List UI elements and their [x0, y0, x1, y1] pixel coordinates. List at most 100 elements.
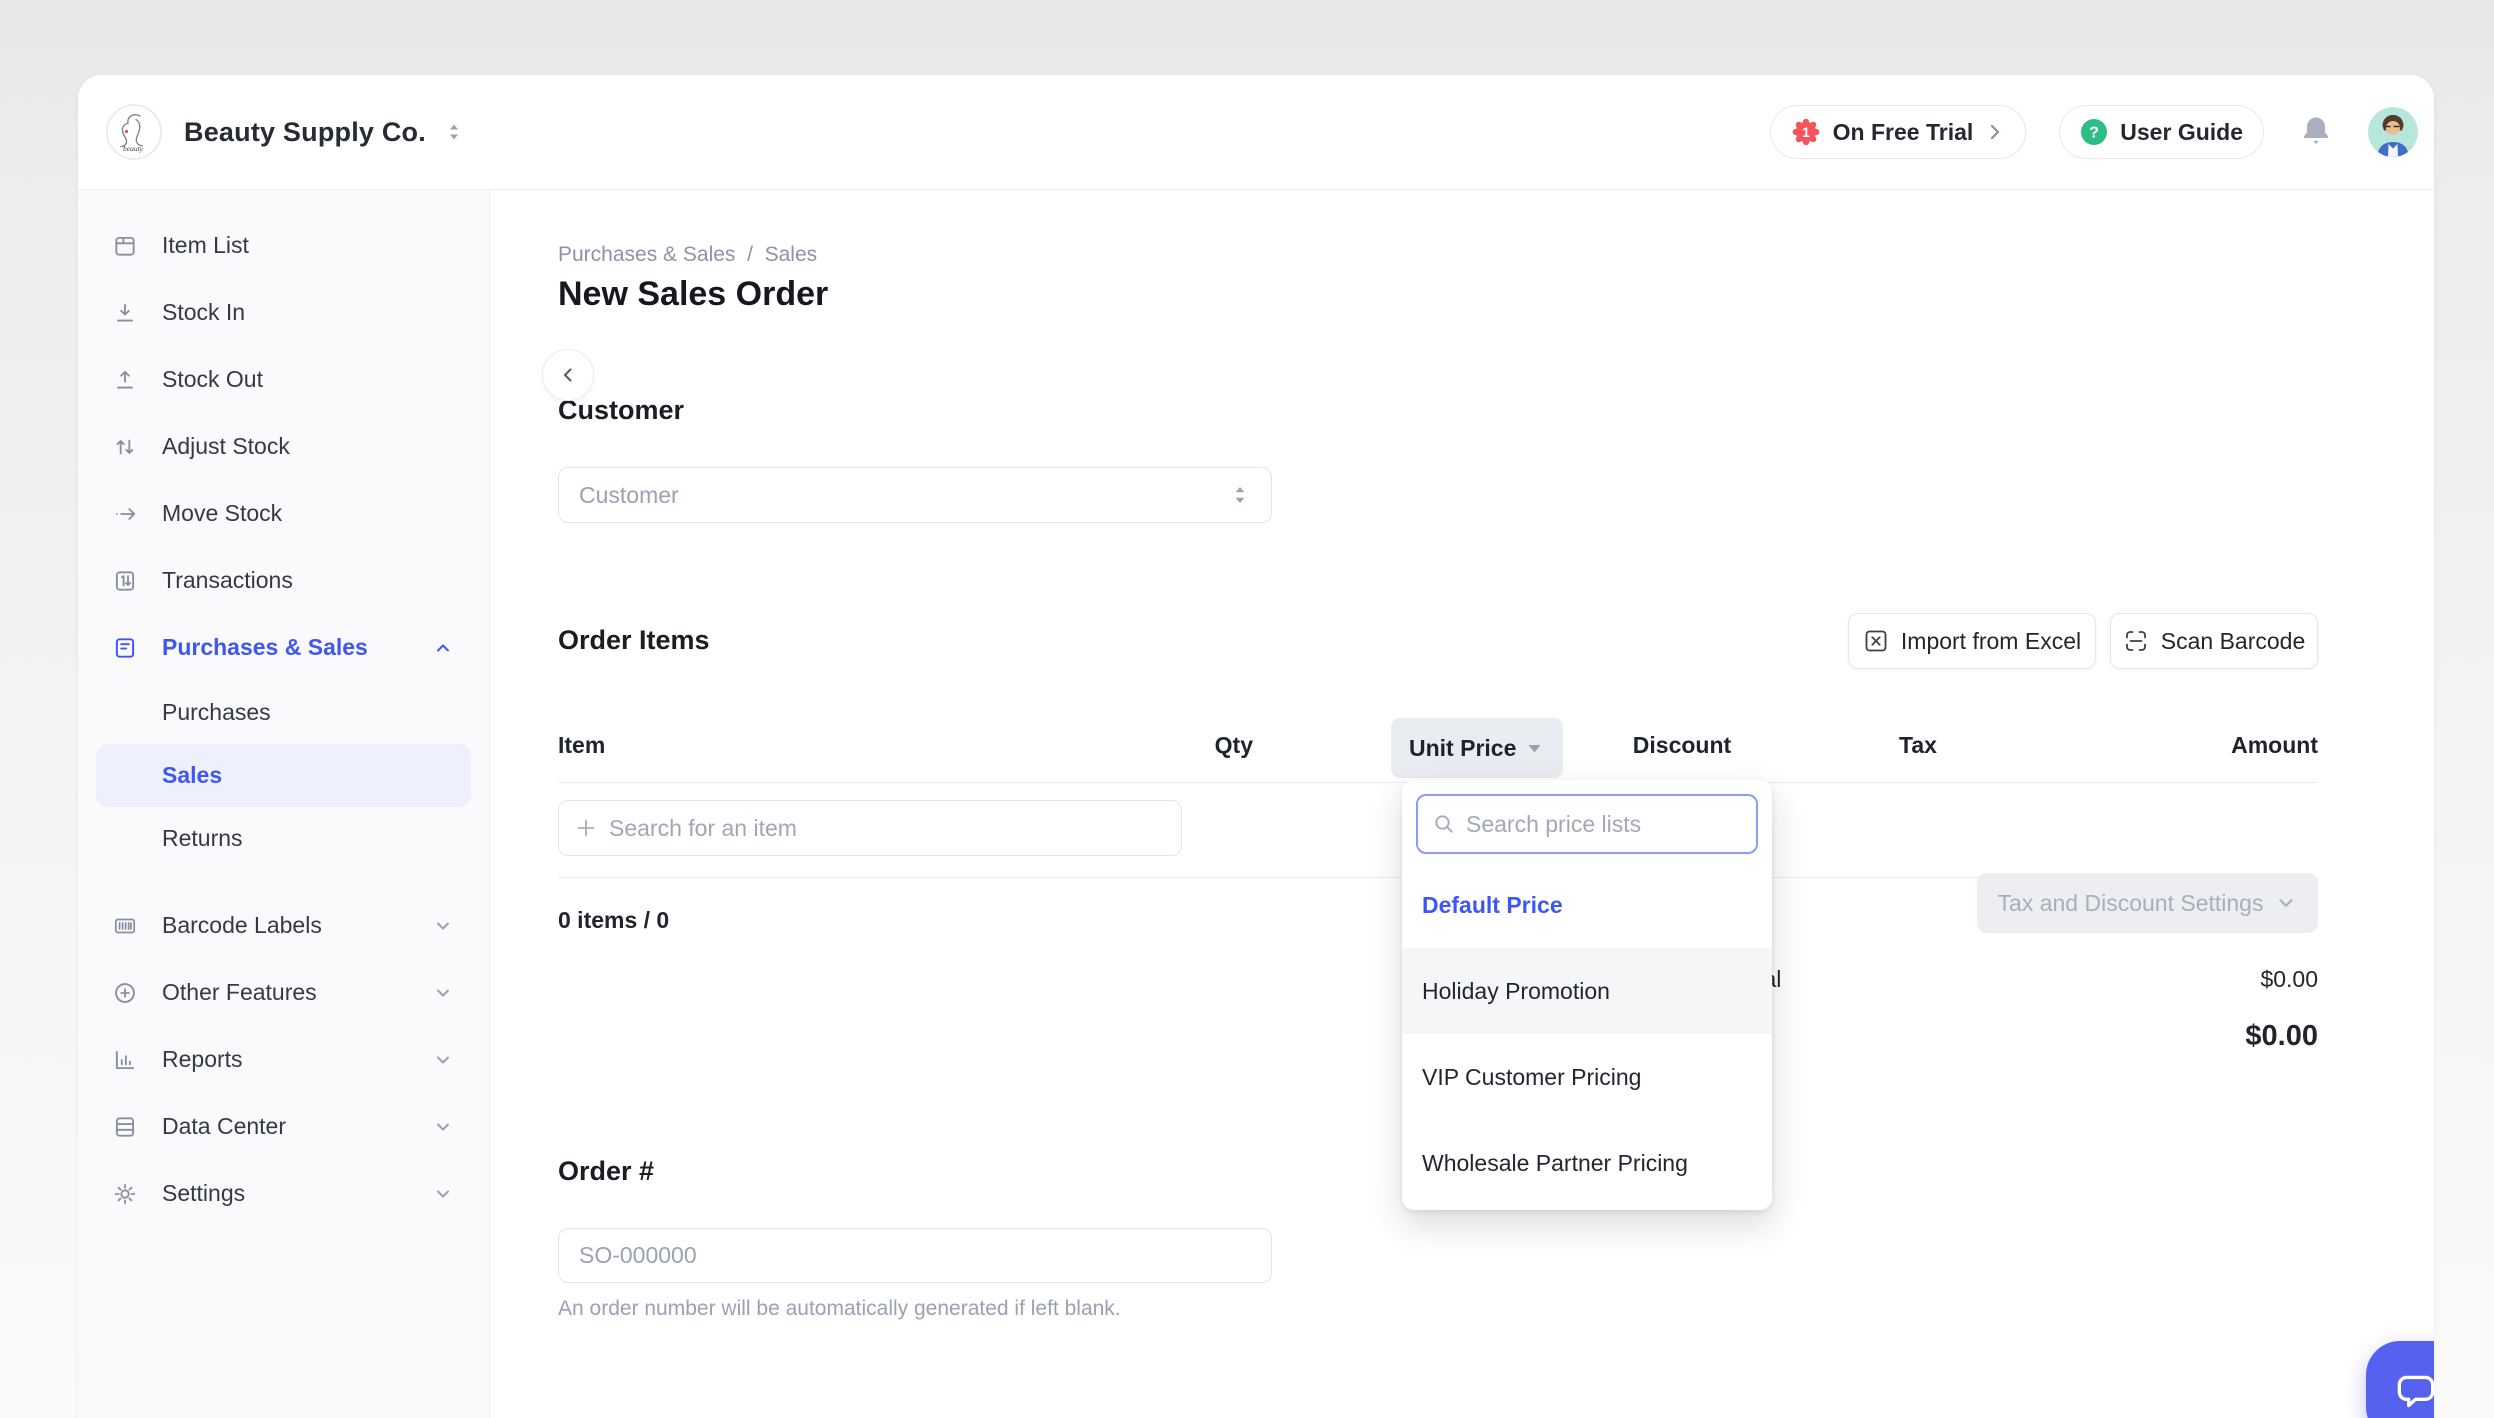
- sidebar-item-item-list[interactable]: Item List: [78, 212, 489, 279]
- column-header-item: Item: [558, 732, 605, 759]
- excel-icon: [1863, 628, 1889, 654]
- user-guide-button[interactable]: ? User Guide: [2059, 105, 2264, 159]
- sidebar-item-label: Settings: [162, 1180, 245, 1207]
- item-list-icon: [112, 233, 138, 259]
- import-from-excel-label: Import from Excel: [1901, 628, 2081, 655]
- sidebar-item-barcode-labels[interactable]: Barcode Labels: [78, 892, 489, 959]
- total-value: $0.00: [2245, 1020, 2318, 1053]
- free-trial-button[interactable]: 1 On Free Trial: [1770, 105, 2027, 159]
- sidebar-item-adjust-stock[interactable]: Adjust Stock: [78, 413, 489, 480]
- customer-heading: Customer: [558, 395, 684, 426]
- svg-text:1: 1: [1802, 125, 1810, 140]
- sidebar-subitem-sales[interactable]: Sales: [96, 744, 471, 807]
- chevron-down-icon: [433, 1184, 453, 1204]
- sidebar-item-label: Other Features: [162, 979, 317, 1006]
- sidebar-item-label: Transactions: [162, 567, 293, 594]
- customer-select[interactable]: Customer: [558, 467, 1272, 523]
- page-bg: { "app": { "company": "Beauty Supply Co.…: [0, 0, 2494, 1418]
- tax-discount-settings-button[interactable]: Tax and Discount Settings: [1977, 873, 2318, 933]
- page-title: New Sales Order: [558, 275, 828, 314]
- trial-badge-icon: 1: [1791, 117, 1821, 147]
- user-guide-label: User Guide: [2120, 119, 2243, 146]
- company-logo: beauty: [106, 104, 162, 160]
- stock-out-icon: [112, 367, 138, 393]
- price-list-option-wholesale[interactable]: Wholesale Partner Pricing: [1402, 1120, 1772, 1206]
- notifications-bell-icon[interactable]: [2297, 113, 2335, 151]
- price-list-option-default[interactable]: Default Price: [1402, 862, 1772, 948]
- sidebar-item-data-center[interactable]: Data Center: [78, 1093, 489, 1160]
- sidebar-subitem-label: Returns: [162, 825, 243, 852]
- sidebar-item-label: Purchases & Sales: [162, 634, 368, 661]
- subtotal-value: $0.00: [2260, 966, 2318, 993]
- sidebar-collapse-button[interactable]: [542, 349, 594, 401]
- order-number-heading: Order #: [558, 1156, 654, 1187]
- tax-discount-settings-label: Tax and Discount Settings: [1998, 890, 2264, 917]
- column-header-unit-price: Unit Price: [1409, 735, 1516, 762]
- column-header-tax: Tax: [1848, 732, 1988, 759]
- unit-price-column-dropdown[interactable]: Unit Price: [1391, 718, 1563, 778]
- customer-select-placeholder: Customer: [579, 482, 679, 509]
- sidebar-item-purchases-sales[interactable]: Purchases & Sales: [78, 614, 489, 681]
- sidebar-item-stock-in[interactable]: Stock In: [78, 279, 489, 346]
- company-switcher-icon[interactable]: [444, 121, 464, 143]
- price-list-option-holiday[interactable]: Holiday Promotion: [1402, 948, 1772, 1034]
- sidebar-item-label: Stock Out: [162, 366, 263, 393]
- sidebar-subitem-purchases[interactable]: Purchases: [96, 681, 471, 744]
- sidebar-item-label: Move Stock: [162, 500, 282, 527]
- order-number-placeholder: SO-000000: [579, 1242, 697, 1269]
- sidebar-item-label: Reports: [162, 1046, 243, 1073]
- header-actions: 1 On Free Trial ? User Guide: [1770, 105, 2418, 159]
- sidebar-item-settings[interactable]: Settings: [78, 1160, 489, 1227]
- transactions-icon: [112, 568, 138, 594]
- breadcrumb-current[interactable]: Sales: [765, 243, 818, 266]
- plus-circle-icon: [112, 980, 138, 1006]
- sidebar-item-stock-out[interactable]: Stock Out: [78, 346, 489, 413]
- sidebar: Item List Stock In Stock Out Adjust Stoc…: [78, 190, 490, 1418]
- column-header-qty: Qty: [1163, 732, 1253, 759]
- items-count: 0 items / 0: [558, 907, 669, 934]
- breadcrumb-parent[interactable]: Purchases & Sales: [558, 243, 735, 266]
- sidebar-item-move-stock[interactable]: Move Stock: [78, 480, 489, 547]
- sidebar-item-other-features[interactable]: Other Features: [78, 959, 489, 1026]
- sidebar-item-label: Stock In: [162, 299, 245, 326]
- item-search-input[interactable]: Search for an item: [558, 800, 1182, 856]
- scan-barcode-label: Scan Barcode: [2161, 628, 2305, 655]
- sidebar-subitem-returns[interactable]: Returns: [96, 807, 471, 870]
- move-stock-icon: [112, 501, 138, 527]
- purchases-sales-icon: [112, 635, 138, 661]
- database-icon: [112, 1114, 138, 1140]
- order-number-helper-text: An order number will be automatically ge…: [558, 1297, 1121, 1321]
- sidebar-spacer: [78, 870, 489, 892]
- sidebar-item-reports[interactable]: Reports: [78, 1026, 489, 1093]
- breadcrumb-separator: /: [747, 243, 753, 266]
- bar-chart-icon: [112, 1047, 138, 1073]
- triangle-down-icon: [1527, 743, 1542, 754]
- column-header-amount: Amount: [2118, 732, 2318, 759]
- svg-text:?: ?: [2089, 125, 2099, 142]
- sidebar-item-transactions[interactable]: Transactions: [78, 547, 489, 614]
- sidebar-item-label: Item List: [162, 232, 249, 259]
- search-icon: [1432, 812, 1456, 836]
- price-list-dropdown: Search price lists Default Price Holiday…: [1402, 780, 1772, 1210]
- chevron-down-icon: [2275, 892, 2297, 914]
- company-name[interactable]: Beauty Supply Co.: [184, 117, 426, 148]
- user-avatar[interactable]: [2368, 107, 2418, 157]
- price-list-options: Default Price Holiday Promotion VIP Cust…: [1402, 862, 1772, 1206]
- chevron-right-icon: [1985, 122, 2005, 142]
- chevron-up-icon: [433, 638, 453, 658]
- select-arrows-icon: [1229, 483, 1251, 507]
- sidebar-item-label: Barcode Labels: [162, 912, 322, 939]
- chevron-down-icon: [433, 916, 453, 936]
- sidebar-subitem-label: Sales: [162, 762, 222, 789]
- svg-text:beauty: beauty: [123, 144, 144, 153]
- chat-support-button[interactable]: [2366, 1341, 2434, 1418]
- sidebar-item-label: Adjust Stock: [162, 433, 290, 460]
- order-number-input[interactable]: SO-000000: [558, 1228, 1272, 1283]
- plus-icon: [575, 817, 597, 839]
- price-list-search-input[interactable]: Search price lists: [1416, 794, 1758, 854]
- price-list-option-vip[interactable]: VIP Customer Pricing: [1402, 1034, 1772, 1120]
- chevron-down-icon: [433, 983, 453, 1003]
- sidebar-item-label: Data Center: [162, 1113, 286, 1140]
- scan-barcode-button[interactable]: Scan Barcode: [2110, 613, 2318, 669]
- import-from-excel-button[interactable]: Import from Excel: [1848, 613, 2096, 669]
